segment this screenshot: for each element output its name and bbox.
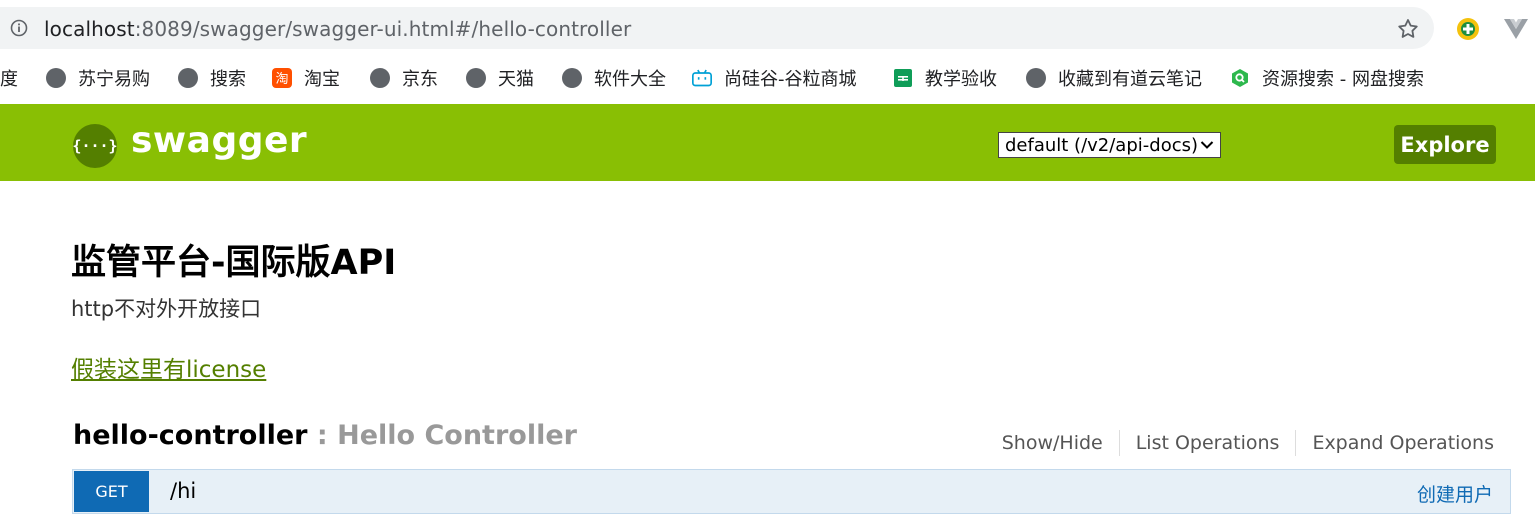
bookmark-teaching[interactable]: 教学验收 [893, 66, 997, 90]
globe-icon [178, 68, 198, 88]
globe-icon [1026, 68, 1046, 88]
swagger-logo-icon[interactable]: {···} [72, 124, 118, 168]
list-operations-link[interactable]: List Operations [1120, 430, 1297, 456]
endpoint-get-hi[interactable]: GET /hi 创建用户 [72, 469, 1511, 514]
bookmark-label: 收藏到有道云笔记 [1058, 69, 1202, 90]
bookmark-youdao[interactable]: 收藏到有道云笔记 [1026, 66, 1202, 90]
url-text[interactable]: localhost:8089/swagger/swagger-ui.html#/… [44, 17, 631, 41]
chevron-down-icon [1200, 141, 1214, 149]
license-link[interactable]: 假装这里有license [71, 350, 266, 384]
bookmark-gulimall[interactable]: 尚硅谷-谷粒商城 [692, 66, 857, 90]
resource-name[interactable]: hello-controller [73, 420, 307, 451]
bookmarks-bar: 度 苏宁易购 搜索 淘 淘宝 京东 天猫 软件大全 尚硅谷-谷粒商城 教学验收 … [0, 56, 1535, 100]
bookmark-label: 度 [0, 69, 18, 90]
resource-heading[interactable]: hello-controller : Hello Controller [73, 420, 577, 451]
globe-icon [466, 68, 486, 88]
vue-devtools-icon[interactable] [1503, 16, 1529, 42]
info-icon[interactable] [10, 19, 28, 37]
swagger-logo-text[interactable]: swagger [131, 120, 307, 161]
bookmark-label: 教学验收 [925, 69, 997, 90]
bookmark-label: 资源搜索 - 网盘搜索 [1262, 69, 1424, 90]
bookmark-suning[interactable]: 苏宁易购 [46, 66, 150, 90]
api-title: 监管平台-国际版API [71, 243, 397, 283]
star-icon[interactable] [1396, 17, 1420, 41]
endpoint-path[interactable]: /hi [170, 479, 196, 503]
bookmark-tmall[interactable]: 天猫 [466, 66, 534, 90]
svg-text:淘: 淘 [275, 72, 288, 87]
taobao-icon: 淘 [272, 68, 292, 88]
bilibili-icon [692, 69, 712, 87]
bookmark-label: 搜索 [210, 69, 246, 90]
expand-operations-link[interactable]: Expand Operations [1296, 430, 1494, 456]
api-spec-select-value: default (/v2/api-docs) [1005, 134, 1198, 156]
address-bar[interactable]: localhost:8089/swagger/swagger-ui.html#/… [0, 7, 1434, 49]
bookmark-label: 苏宁易购 [78, 69, 150, 90]
url-path: :8089/swagger/swagger-ui.html#/hello-con… [134, 17, 632, 41]
bookmark-pan-search[interactable]: 资源搜索 - 网盘搜索 [1230, 66, 1424, 90]
bookmark-taobao[interactable]: 淘 淘宝 [272, 66, 340, 90]
extension-icon[interactable] [1455, 16, 1481, 42]
globe-icon [370, 68, 390, 88]
swagger-header: {···} swagger default (/v2/api-docs) Exp… [0, 104, 1535, 181]
browser-toolbar: localhost:8089/swagger/swagger-ui.html#/… [0, 0, 1535, 56]
bookmark-label: 京东 [402, 69, 438, 90]
url-host: localhost [44, 17, 135, 41]
api-description: http不对外开放接口 [71, 297, 262, 321]
bookmark-label: 尚硅谷-谷粒商城 [724, 69, 857, 90]
http-method-badge[interactable]: GET [74, 471, 149, 512]
resource-operations: Show/Hide List Operations Expand Operati… [986, 430, 1494, 456]
bookmark-search[interactable]: 搜索 [178, 66, 246, 90]
resource-description: Hello Controller [337, 420, 577, 451]
globe-icon [562, 68, 582, 88]
bookmark-0[interactable]: 度 [0, 66, 18, 90]
api-spec-select[interactable]: default (/v2/api-docs) [998, 132, 1221, 158]
bookmark-jd[interactable]: 京东 [370, 66, 438, 90]
show-hide-link[interactable]: Show/Hide [986, 430, 1120, 456]
bookmark-label: 淘宝 [304, 69, 340, 90]
globe-icon [46, 68, 66, 88]
search-green-icon [1232, 69, 1248, 87]
bookmark-label: 天猫 [498, 69, 534, 90]
resource-separator: : [307, 420, 338, 451]
bookmark-label: 软件大全 [594, 69, 666, 90]
explore-button[interactable]: Explore [1394, 125, 1496, 164]
bookmark-software[interactable]: 软件大全 [562, 66, 666, 90]
sheet-icon [894, 69, 912, 87]
endpoint-summary[interactable]: 创建用户 [1417, 480, 1493, 507]
